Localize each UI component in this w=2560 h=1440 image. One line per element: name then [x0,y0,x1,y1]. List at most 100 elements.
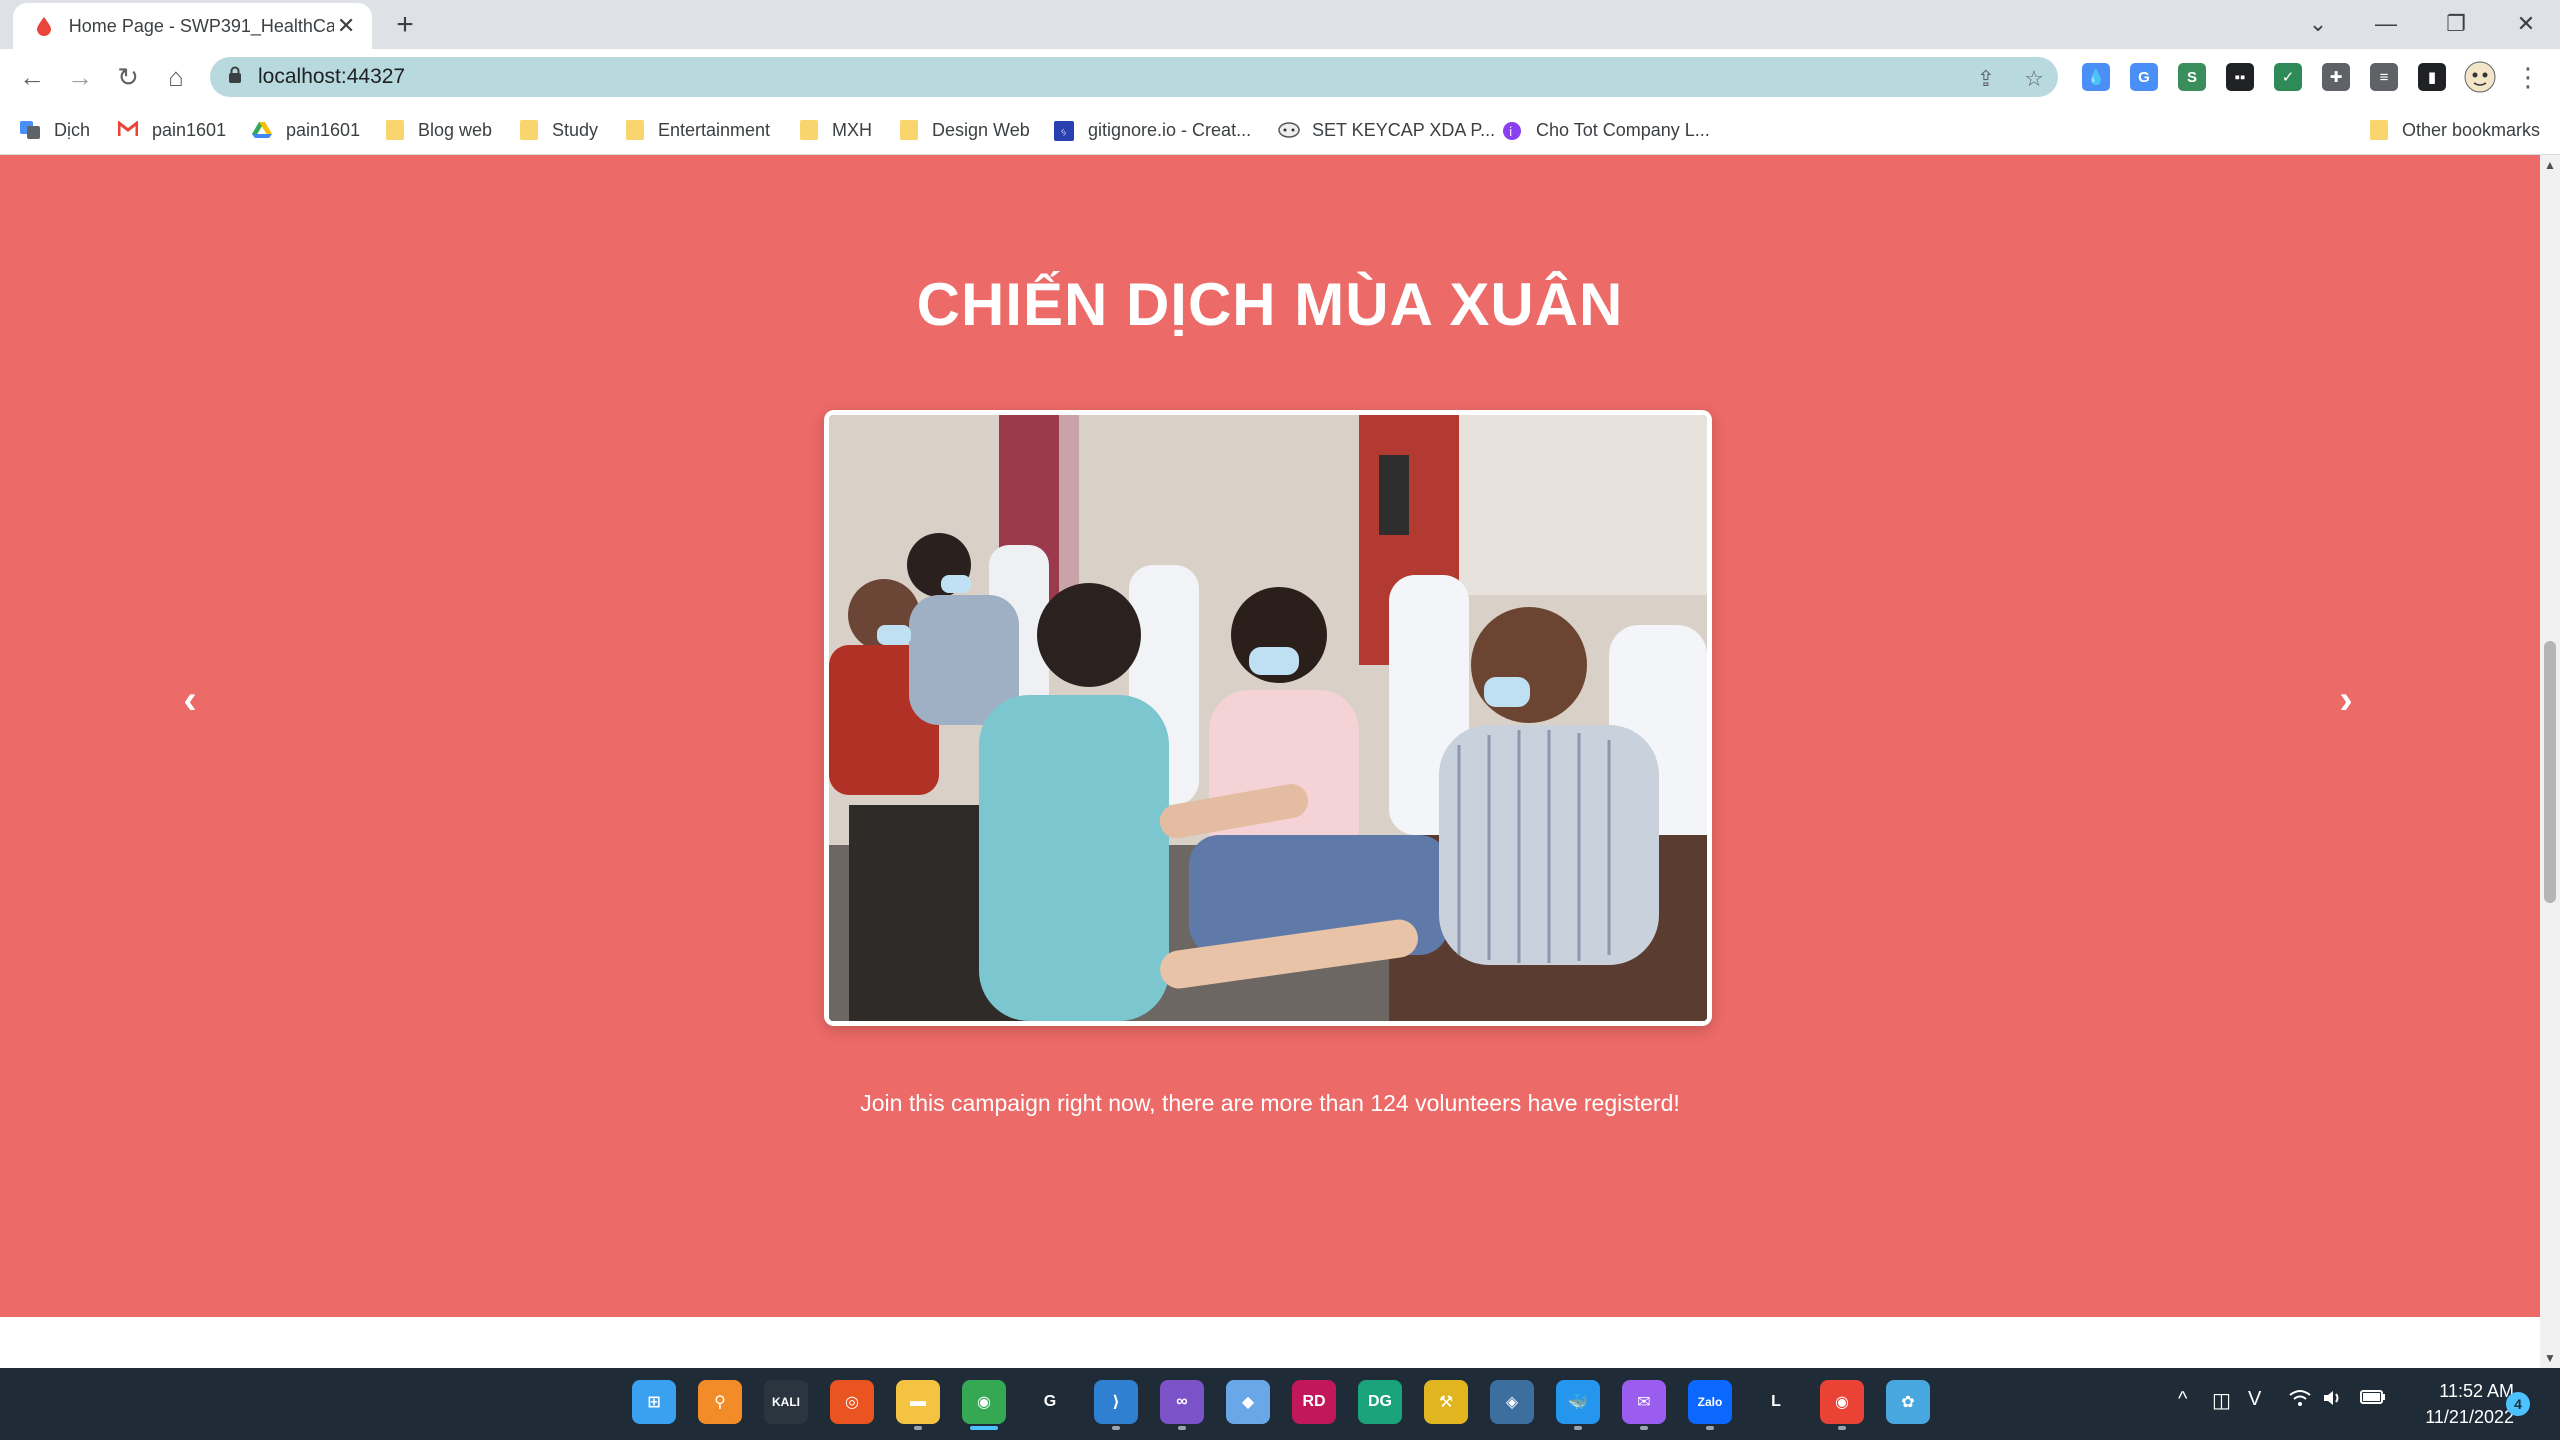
notification-badge[interactable]: 4 [2506,1392,2530,1416]
address-bar[interactable]: localhost:44327 ⇪ ☆ [210,57,2058,97]
back-button[interactable]: ← [14,59,50,95]
taskbar-app-label: ⟩ [1112,1394,1120,1411]
drop-extension-icon[interactable]: 💧 [2082,63,2110,91]
bookmark-folder-design-web[interactable]: Design Web [900,115,1030,145]
visual-studio-icon[interactable]: ∞ [1160,1380,1204,1430]
campaign-title: CHIẾN DỊCH MÙA XUÂN [916,271,1624,338]
taskbar-app-label: 🐳 [1568,1394,1588,1411]
windows-start-icon[interactable]: ⊞ [632,1380,676,1424]
puzzle-extension-icon[interactable]: ✚ [2322,63,2350,91]
bookmarks-bar: Dịch pain1601 pain1601 Blog web Study En… [0,105,2560,155]
rider-icon[interactable]: RD [1292,1380,1336,1424]
new-tab-button[interactable]: + [390,8,420,41]
bookmark-folder-mxh[interactable]: MXH [800,115,872,145]
sql-icon[interactable]: ⚒ [1424,1380,1468,1424]
file-explorer-icon[interactable]: ▬ [896,1380,940,1430]
side-panel-icon[interactable]: ▮ [2418,63,2446,91]
taskbar-app-label: ◈ [1505,1394,1519,1411]
bookmark-star-icon[interactable]: ☆ [2020,65,2048,93]
forward-button[interactable]: → [62,59,98,95]
wifi-icon[interactable] [2288,1388,2312,1414]
battery-icon[interactable] [2360,1388,2386,1411]
minimize-button[interactable]: — [2356,6,2416,42]
windows-taskbar: ⊞ ⚲ KALI ◎ ▬ ◉ G ⟩ ∞ ◆ RD DG ⚒ ◈ 🐳 ✉ Zalo L ◉ ✿ ^ ◫ V 11:52… [0,1368,2560,1440]
folder-icon [900,120,918,140]
blood-drop-favicon-icon [33,15,55,37]
s-extension-icon[interactable]: S [2178,63,2206,91]
tab-search-dropdown-icon[interactable]: ⌄ [2288,6,2348,42]
scroll-down-arrow-icon[interactable]: ▼ [2540,1348,2560,1368]
bookmark-folder-entertainment[interactable]: Entertainment [626,115,770,145]
translate-extension-icon[interactable]: G [2130,63,2158,91]
chrome-profile-icon[interactable]: ◉ [1820,1380,1864,1430]
bookmark-folder-study[interactable]: Study [520,115,598,145]
bookmark-item[interactable]: pain1601 [252,115,360,145]
scroll-up-arrow-icon[interactable]: ▲ [2540,155,2560,175]
system-clock[interactable]: 11:52 AM 11/21/2022 [2402,1378,2514,1430]
reading-list-icon[interactable]: ≡ [2370,63,2398,91]
taskbar-app-label: DG [1368,1393,1392,1410]
gitignore-icon: ᛃ [1054,121,1074,141]
map-app-icon[interactable]: ✿ [1886,1380,1930,1424]
carousel-slide[interactable] [824,410,1712,1026]
window-close-button[interactable]: ✕ [2496,6,2556,42]
messenger-icon[interactable]: ✉ [1622,1380,1666,1430]
zalo-icon[interactable]: Zalo [1688,1380,1732,1430]
lock-icon[interactable] [228,66,242,89]
carousel-prev-icon[interactable]: ‹ [170,675,210,725]
tray-app-icon[interactable]: ◫ [2212,1388,2231,1413]
mask-extension-icon[interactable]: ▪▪ [2226,63,2254,91]
bookmark-item[interactable]: ᛃ gitignore.io - Creat... [1054,115,1251,145]
carousel-next-icon[interactable]: › [2326,675,2366,725]
bookmark-folder-blog-web[interactable]: Blog web [386,115,492,145]
vscode-icon[interactable]: ⟩ [1094,1380,1138,1430]
url-text[interactable]: localhost:44327 [258,65,405,89]
other-bookmarks[interactable]: Other bookmarks [2370,115,2540,145]
search-icon[interactable]: ⚲ [698,1380,742,1424]
bookmark-label: Cho Tot Company L... [1536,119,1710,140]
reload-button[interactable]: ↻ [110,59,146,95]
share-icon[interactable]: ⇪ [1972,65,2000,93]
chrome-menu-button[interactable]: ⋮ [2510,59,2546,95]
scroll-thumb[interactable] [2544,641,2556,903]
folder-icon [800,120,818,140]
home-button[interactable]: ⌂ [158,59,194,95]
box-app-icon[interactable]: ◆ [1226,1380,1270,1424]
g-app-icon[interactable]: G [1028,1380,1072,1424]
tab-close-icon[interactable]: ✕ [334,13,358,38]
docker-icon[interactable]: 🐳 [1556,1380,1600,1430]
blood-donation-photo [829,415,1707,1021]
bookmark-item[interactable]: SET KEYCAP XDA P... [1278,115,1495,145]
clock-time: 11:52 AM [2439,1381,2514,1401]
page-scrollbar[interactable]: ▲ ▼ [2540,155,2560,1368]
taskbar-app-label: ◉ [1835,1394,1849,1411]
svg-text:ᛃ: ᛃ [1060,125,1067,139]
kali-icon[interactable]: KALI [764,1380,808,1424]
chotot-icon: i [1502,121,1522,140]
folder-icon [386,120,404,140]
tab-strip: Home Page - SWP391_HealthCar ✕ + ⌄ — ❐ ✕ [0,0,2560,49]
mysql-workbench-icon[interactable]: ◈ [1490,1380,1534,1424]
shield-extension-icon[interactable]: ✓ [2274,63,2302,91]
profile-avatar[interactable] [2462,59,2498,95]
restore-button[interactable]: ❐ [2426,6,2486,42]
bookmark-item[interactable]: i Cho Tot Company L... [1502,115,1710,145]
bookmark-label: Study [552,119,599,140]
page-viewport: CHIẾN DỊCH MÙA XUÂN ‹ › Join this campai… [0,155,2540,1368]
bookmark-item[interactable]: Dịch [20,115,90,145]
taskbar-app-label: ◉ [977,1394,991,1411]
league-icon[interactable]: L [1754,1380,1798,1424]
tray-v-icon[interactable]: V [2248,1388,2261,1411]
bookmark-item[interactable]: pain1601 [117,115,227,145]
tray-chevron-icon[interactable]: ^ [2178,1388,2187,1411]
datagrip-icon[interactable]: DG [1358,1380,1402,1424]
tab-title: Home Page - SWP391_HealthCar [68,15,335,36]
browser-toolbar: ← → ↻ ⌂ localhost:44327 ⇪ ☆ ⋮ [0,49,2560,105]
ubuntu-icon[interactable]: ◎ [830,1380,874,1424]
bookmark-label: pain1601 [152,119,227,140]
keycap-icon [1278,121,1300,139]
chrome-icon[interactable]: ◉ [962,1380,1006,1430]
running-indicator [1178,1426,1186,1430]
volume-icon[interactable] [2322,1388,2344,1414]
browser-tab-active[interactable]: Home Page - SWP391_HealthCar ✕ [13,3,372,49]
